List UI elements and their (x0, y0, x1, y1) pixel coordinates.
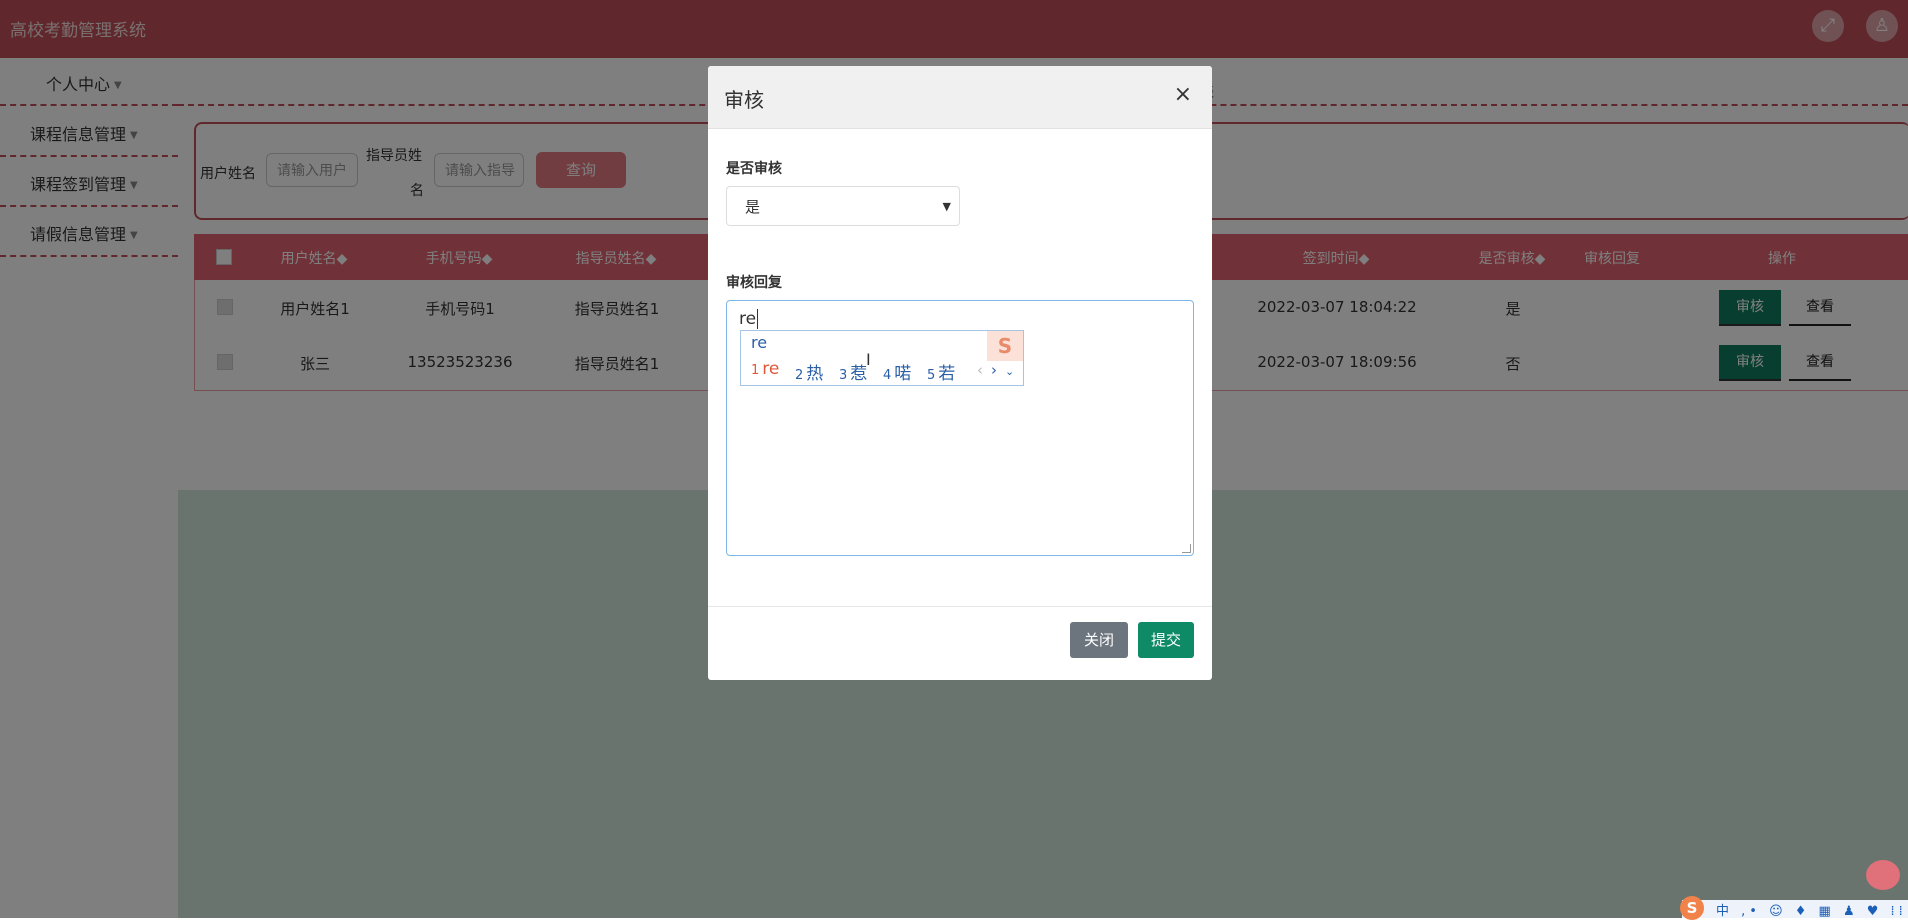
ime-candidate[interactable]: 5若 (927, 359, 955, 384)
reply-label: 审核回复 (726, 275, 782, 291)
review-label: 是否审核 (726, 161, 782, 177)
ime-composition: re (751, 333, 768, 352)
review-select[interactable]: 是 ▼ (726, 186, 960, 226)
review-select-value: 是 (745, 198, 761, 216)
divider (708, 606, 1212, 607)
ime-toolbar-icons[interactable]: 中 ,• ☺ ♦ ▦ ♟ ♥ ⁞⁞ (1716, 900, 1907, 919)
chevron-down-icon: ▼ (942, 200, 951, 213)
prev-page-icon[interactable]: ‹ (977, 361, 983, 379)
dialog-title: 审核 (724, 88, 764, 112)
ime-candidate[interactable]: 2热 (795, 359, 823, 384)
dialog-header: 审核 × (708, 66, 1212, 129)
submit-button[interactable]: 提交 (1138, 622, 1194, 658)
ime-candidate[interactable]: 3惹 (839, 359, 867, 384)
expand-icon[interactable]: ⌄ (1005, 365, 1014, 378)
floating-assistant-icon[interactable] (1866, 860, 1900, 890)
sogou-logo-icon[interactable]: S (1680, 896, 1704, 920)
close-button[interactable]: 关闭 (1070, 622, 1128, 658)
resize-handle-icon[interactable] (1182, 544, 1191, 553)
ime-candidate[interactable]: 4喏 (883, 359, 911, 384)
sogou-logo-icon: S (987, 331, 1023, 361)
next-page-icon[interactable]: › (991, 361, 997, 379)
ime-toolbar: S 中 ,• ☺ ♦ ▦ ♟ ♥ ⁞⁞ (1680, 896, 1908, 920)
ime-candidate[interactable]: 1 re (751, 359, 779, 379)
ime-candidate-window: re S 1 re 2热 3惹 4喏 5若 ‹ › ⌄ (740, 330, 1024, 386)
reply-text: re (739, 309, 757, 329)
close-icon[interactable]: × (1174, 82, 1192, 107)
text-caret (757, 309, 758, 329)
mouse-cursor-icon: I (866, 350, 871, 369)
